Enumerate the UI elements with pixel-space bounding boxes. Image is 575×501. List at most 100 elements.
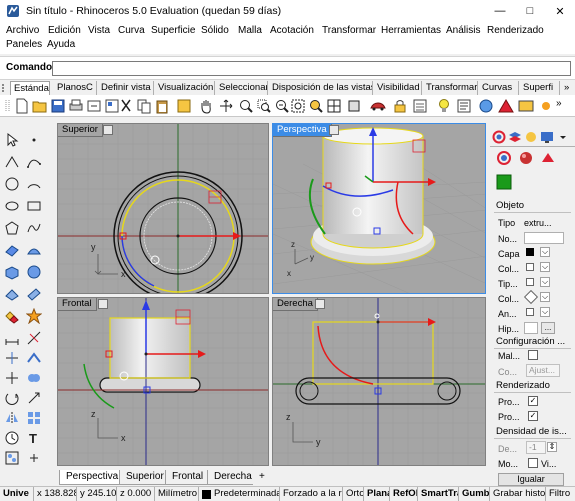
polygon-icon[interactable]: [4, 220, 20, 236]
viewport-menu-front-icon[interactable]: [98, 299, 108, 309]
viewport-title-top[interactable]: Superior: [58, 124, 103, 137]
tabs-more-button[interactable]: »: [561, 81, 574, 95]
prop-linetype-dropdown[interactable]: ⌵: [540, 277, 550, 287]
more-tools-icon[interactable]: [26, 450, 42, 466]
copy-object-icon[interactable]: [26, 370, 42, 386]
tab-transformar[interactable]: Transformar: [423, 81, 478, 95]
trim-icon[interactable]: [26, 330, 42, 346]
sun-icon[interactable]: [538, 98, 554, 114]
material-icon[interactable]: [498, 98, 514, 114]
pan-hand-icon[interactable]: [198, 98, 214, 114]
menu-solido[interactable]: Sólido: [201, 25, 229, 36]
menu-ayuda[interactable]: Ayuda: [47, 39, 75, 50]
vptab-frontal[interactable]: Frontal: [165, 470, 211, 485]
prop-nombre-input[interactable]: [524, 232, 564, 244]
save-icon[interactable]: [50, 98, 66, 114]
lock-icon[interactable]: [392, 98, 408, 114]
decal-properties-icon[interactable]: [540, 150, 556, 166]
tab-estandar[interactable]: Estándar: [10, 81, 50, 95]
menu-vista[interactable]: Vista: [88, 25, 110, 36]
command-input[interactable]: [52, 61, 571, 76]
undo-icon[interactable]: [176, 98, 192, 114]
igualar-button[interactable]: Igualar: [498, 473, 564, 486]
tab-seleccionar[interactable]: Seleccionar: [216, 81, 268, 95]
malla-checkbox[interactable]: [528, 350, 538, 360]
car-render-icon[interactable]: [370, 98, 386, 114]
status-filter[interactable]: Filtro: [546, 487, 575, 501]
layers-icon[interactable]: [412, 98, 428, 114]
zoom-dynamic-icon[interactable]: [238, 98, 254, 114]
box-icon[interactable]: [4, 264, 20, 280]
density-input[interactable]: -1: [526, 441, 546, 454]
import-icon[interactable]: [86, 98, 102, 114]
add-viewport-tab-icon[interactable]: +: [253, 470, 271, 485]
status-layer[interactable]: Predeterminada: [211, 487, 280, 501]
tab-curvas[interactable]: Curvas: [479, 81, 519, 95]
density-spinner[interactable]: ⇕: [547, 442, 557, 452]
move-icon[interactable]: [4, 370, 20, 386]
minimize-button[interactable]: —: [485, 0, 515, 22]
zoom-extents-icon[interactable]: [274, 98, 290, 114]
viewport-menu-right-icon[interactable]: [315, 299, 325, 309]
menu-superficie[interactable]: Superficie: [151, 25, 195, 36]
viewport-top[interactable]: Superior y x: [57, 123, 269, 294]
join-icon[interactable]: [26, 350, 42, 366]
mirror-icon[interactable]: [4, 410, 20, 426]
array-icon[interactable]: [26, 410, 42, 426]
explode-icon[interactable]: [26, 308, 42, 324]
cast-shadows-checkbox[interactable]: ✓: [528, 396, 538, 406]
zoom-all-icon[interactable]: [308, 98, 324, 114]
surface-icon[interactable]: [4, 242, 20, 258]
lightbulb-icon[interactable]: [436, 98, 452, 114]
show-isocurves-checkbox[interactable]: [528, 458, 538, 468]
viewport-title-front[interactable]: Frontal: [58, 298, 97, 311]
viewport-title-perspective[interactable]: Perspectiva: [273, 124, 332, 137]
tab-disposicion-vistas[interactable]: Disposición de las vistas: [269, 81, 373, 95]
dimension-icon[interactable]: [4, 330, 20, 346]
menu-herramientas[interactable]: Herramientas: [381, 25, 441, 36]
tab-planosc[interactable]: PlanosC: [54, 81, 97, 95]
zoom-selected-icon[interactable]: [290, 98, 306, 114]
ajustar-button[interactable]: Ajust...: [526, 364, 560, 377]
print-icon[interactable]: [68, 98, 84, 114]
menu-edicion[interactable]: Edición: [48, 25, 81, 36]
viewport-menu-perspective-icon[interactable]: [329, 125, 339, 135]
cut-icon[interactable]: [118, 98, 134, 114]
status-grid-snap[interactable]: Forzado a la rejilla: [280, 487, 343, 501]
new-file-icon[interactable]: [14, 98, 30, 114]
status-units[interactable]: Milímetro: [155, 487, 199, 501]
viewport-perspective[interactable]: Perspectiva z y x: [272, 123, 486, 294]
status-cplane[interactable]: Unive: [0, 487, 34, 501]
vptab-perspectiva[interactable]: Perspectiva: [59, 470, 126, 485]
set-view-icon[interactable]: [326, 98, 342, 114]
copy-icon[interactable]: [136, 98, 152, 114]
receive-shadows-checkbox[interactable]: ✓: [528, 411, 538, 421]
arc-icon[interactable]: [26, 176, 42, 192]
rectangle-icon[interactable]: [26, 198, 42, 214]
tab-superficies[interactable]: Superfi: [520, 81, 560, 95]
tab-definir-vista[interactable]: Definir vista: [98, 81, 154, 95]
hyperlink-input[interactable]: [524, 322, 538, 334]
rotate-icon[interactable]: [4, 390, 20, 406]
hyperlink-browse-button[interactable]: ...: [541, 322, 555, 334]
zoom-window-icon[interactable]: [256, 98, 272, 114]
select-icon[interactable]: [346, 98, 362, 114]
viewport-title-right[interactable]: Derecha: [273, 298, 318, 311]
surface-edge-icon[interactable]: [26, 242, 42, 258]
shading-properties-icon[interactable]: [496, 174, 512, 190]
environment-icon[interactable]: [518, 98, 534, 114]
properties-tab-icon[interactable]: [492, 130, 506, 144]
properties-icon[interactable]: [456, 98, 472, 114]
prop-print-color-dropdown[interactable]: ⌵: [540, 292, 550, 302]
menu-malla[interactable]: Malla: [238, 25, 262, 36]
vptab-superior[interactable]: Superior: [119, 470, 171, 485]
tab-visibilidad[interactable]: Visibilidad: [374, 81, 422, 95]
object-properties-icon[interactable]: [496, 150, 512, 166]
status-osnap[interactable]: RefObj: [390, 487, 418, 501]
ellipse-icon[interactable]: [4, 198, 20, 214]
render-icon[interactable]: [478, 98, 494, 114]
boolean-icon[interactable]: [4, 308, 20, 324]
vptab-derecha[interactable]: Derecha: [207, 470, 259, 485]
status-ortho[interactable]: Orto: [343, 487, 364, 501]
tab-visualizacion[interactable]: Visualización: [155, 81, 215, 95]
